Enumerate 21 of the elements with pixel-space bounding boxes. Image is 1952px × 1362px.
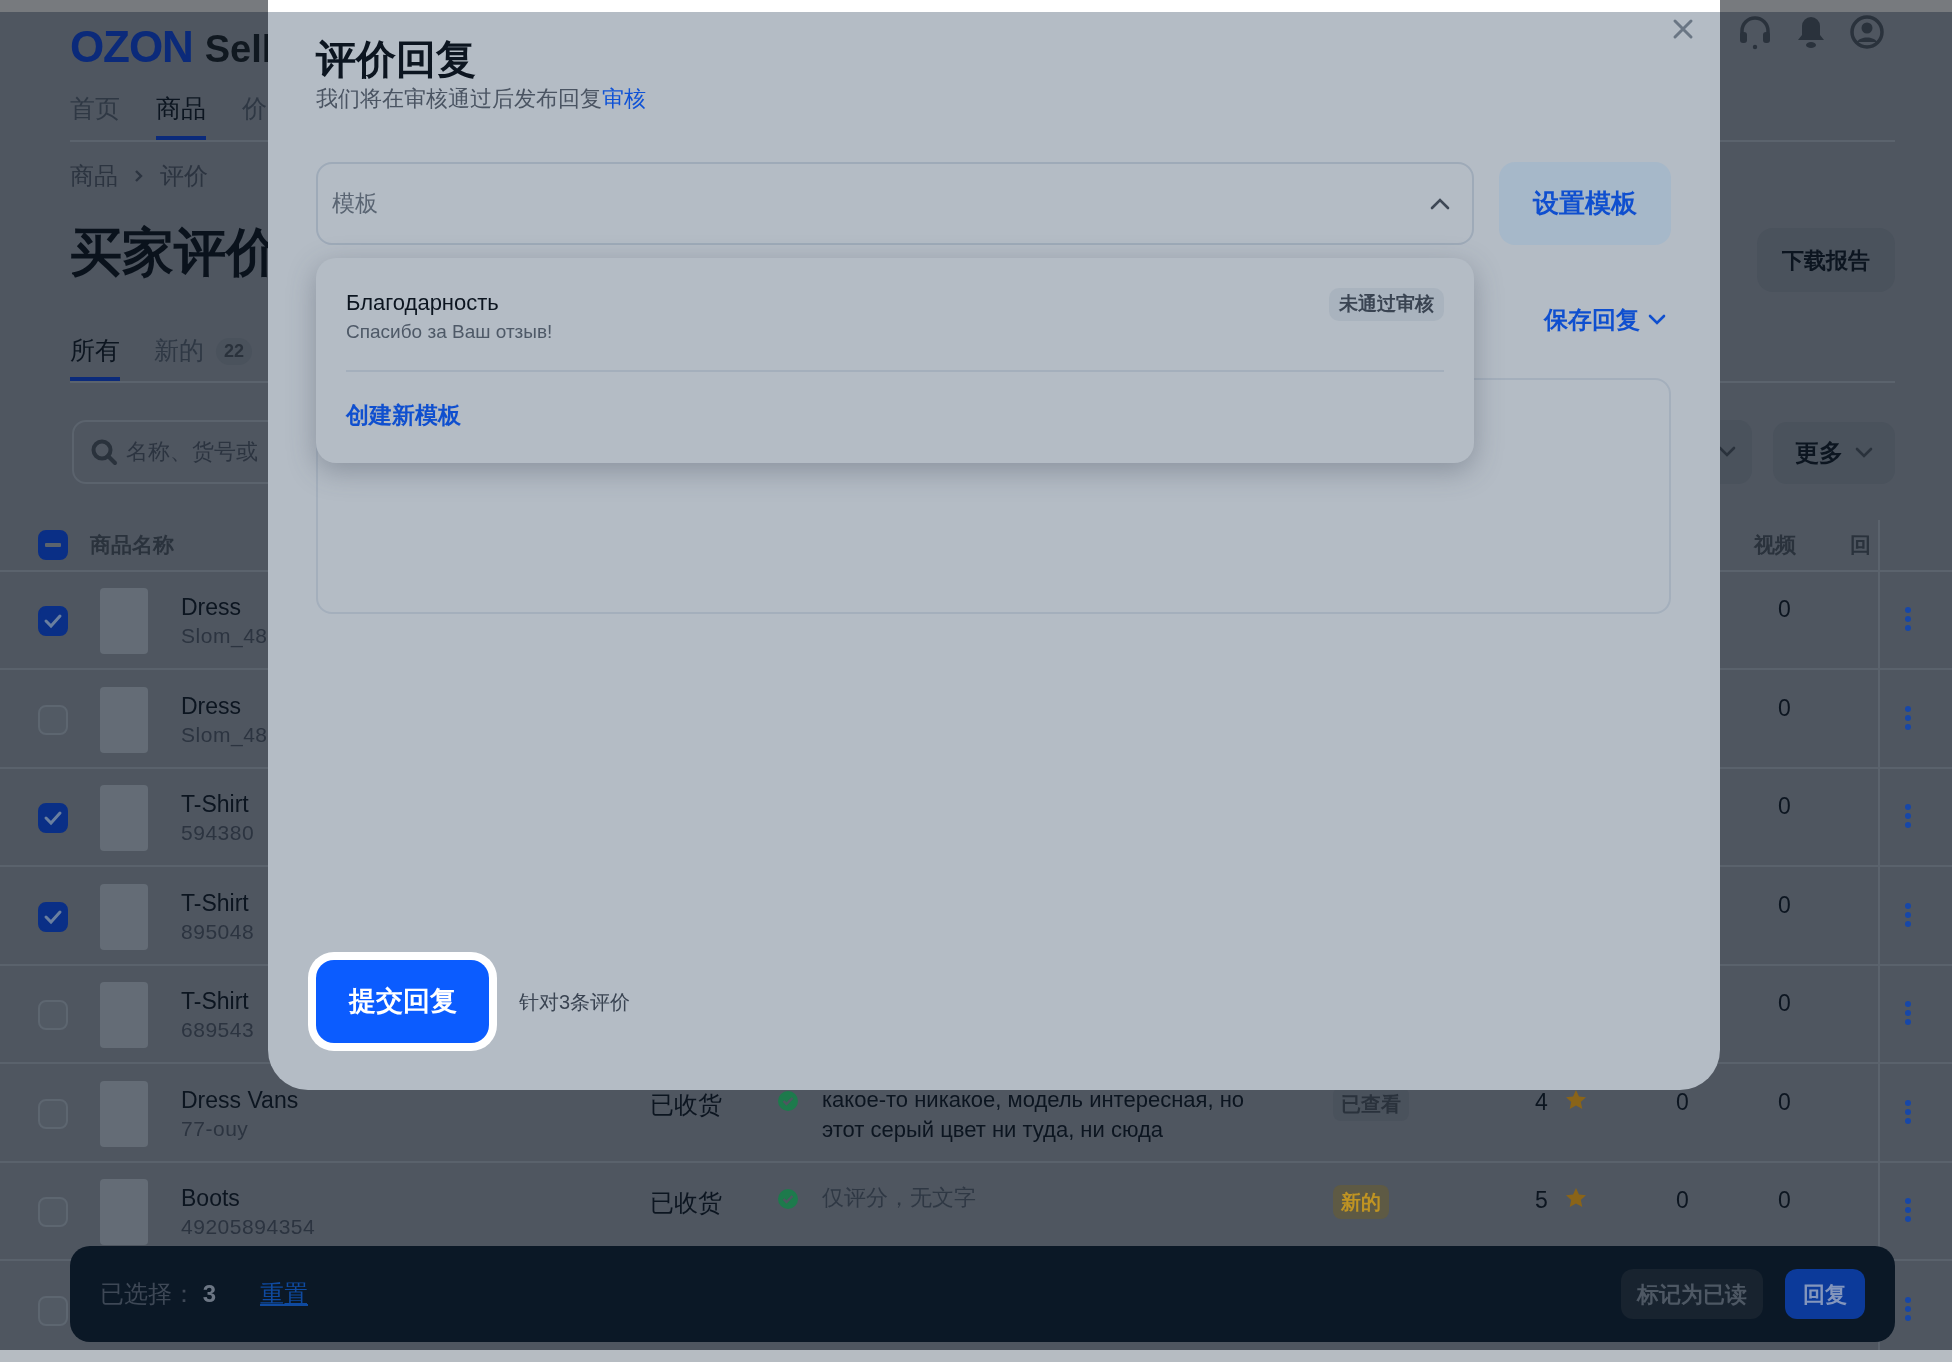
status-tag: 新的 (1333, 1185, 1389, 1219)
replies-count: 0 (1676, 1186, 1689, 1215)
replies-count: 0 (1676, 1087, 1689, 1117)
page-title: 买家评价 (70, 226, 278, 278)
video-count: 0 (1778, 595, 1791, 624)
template-text: Спасибо за Ваш отзыв! (346, 320, 553, 344)
delivery-status: 已收货 (650, 1188, 722, 1218)
video-count: 0 (1778, 890, 1791, 920)
video-count: 0 (1778, 693, 1791, 723)
rating-value: 4 (1535, 1087, 1548, 1117)
review-text: какое-то никакое, модель интересная, но этот серый цвет ни туда, ни сюда (822, 1085, 1246, 1144)
review-count-note: 针对3条评价 (519, 989, 631, 1015)
dialog-title: 评价回复 (316, 36, 477, 83)
video-count: 0 (1778, 792, 1791, 821)
video-count: 0 (1778, 1186, 1791, 1215)
rating-value: 5 (1535, 1186, 1548, 1215)
delivery-status: 已收货 (650, 1089, 722, 1120)
dialog-subtitle: 我们将在审核通过后发布回复审核 (316, 85, 647, 113)
video-count: 0 (1778, 1087, 1791, 1117)
status-tag: 未通过审核 (1329, 288, 1444, 321)
video-count: 0 (1778, 989, 1791, 1018)
